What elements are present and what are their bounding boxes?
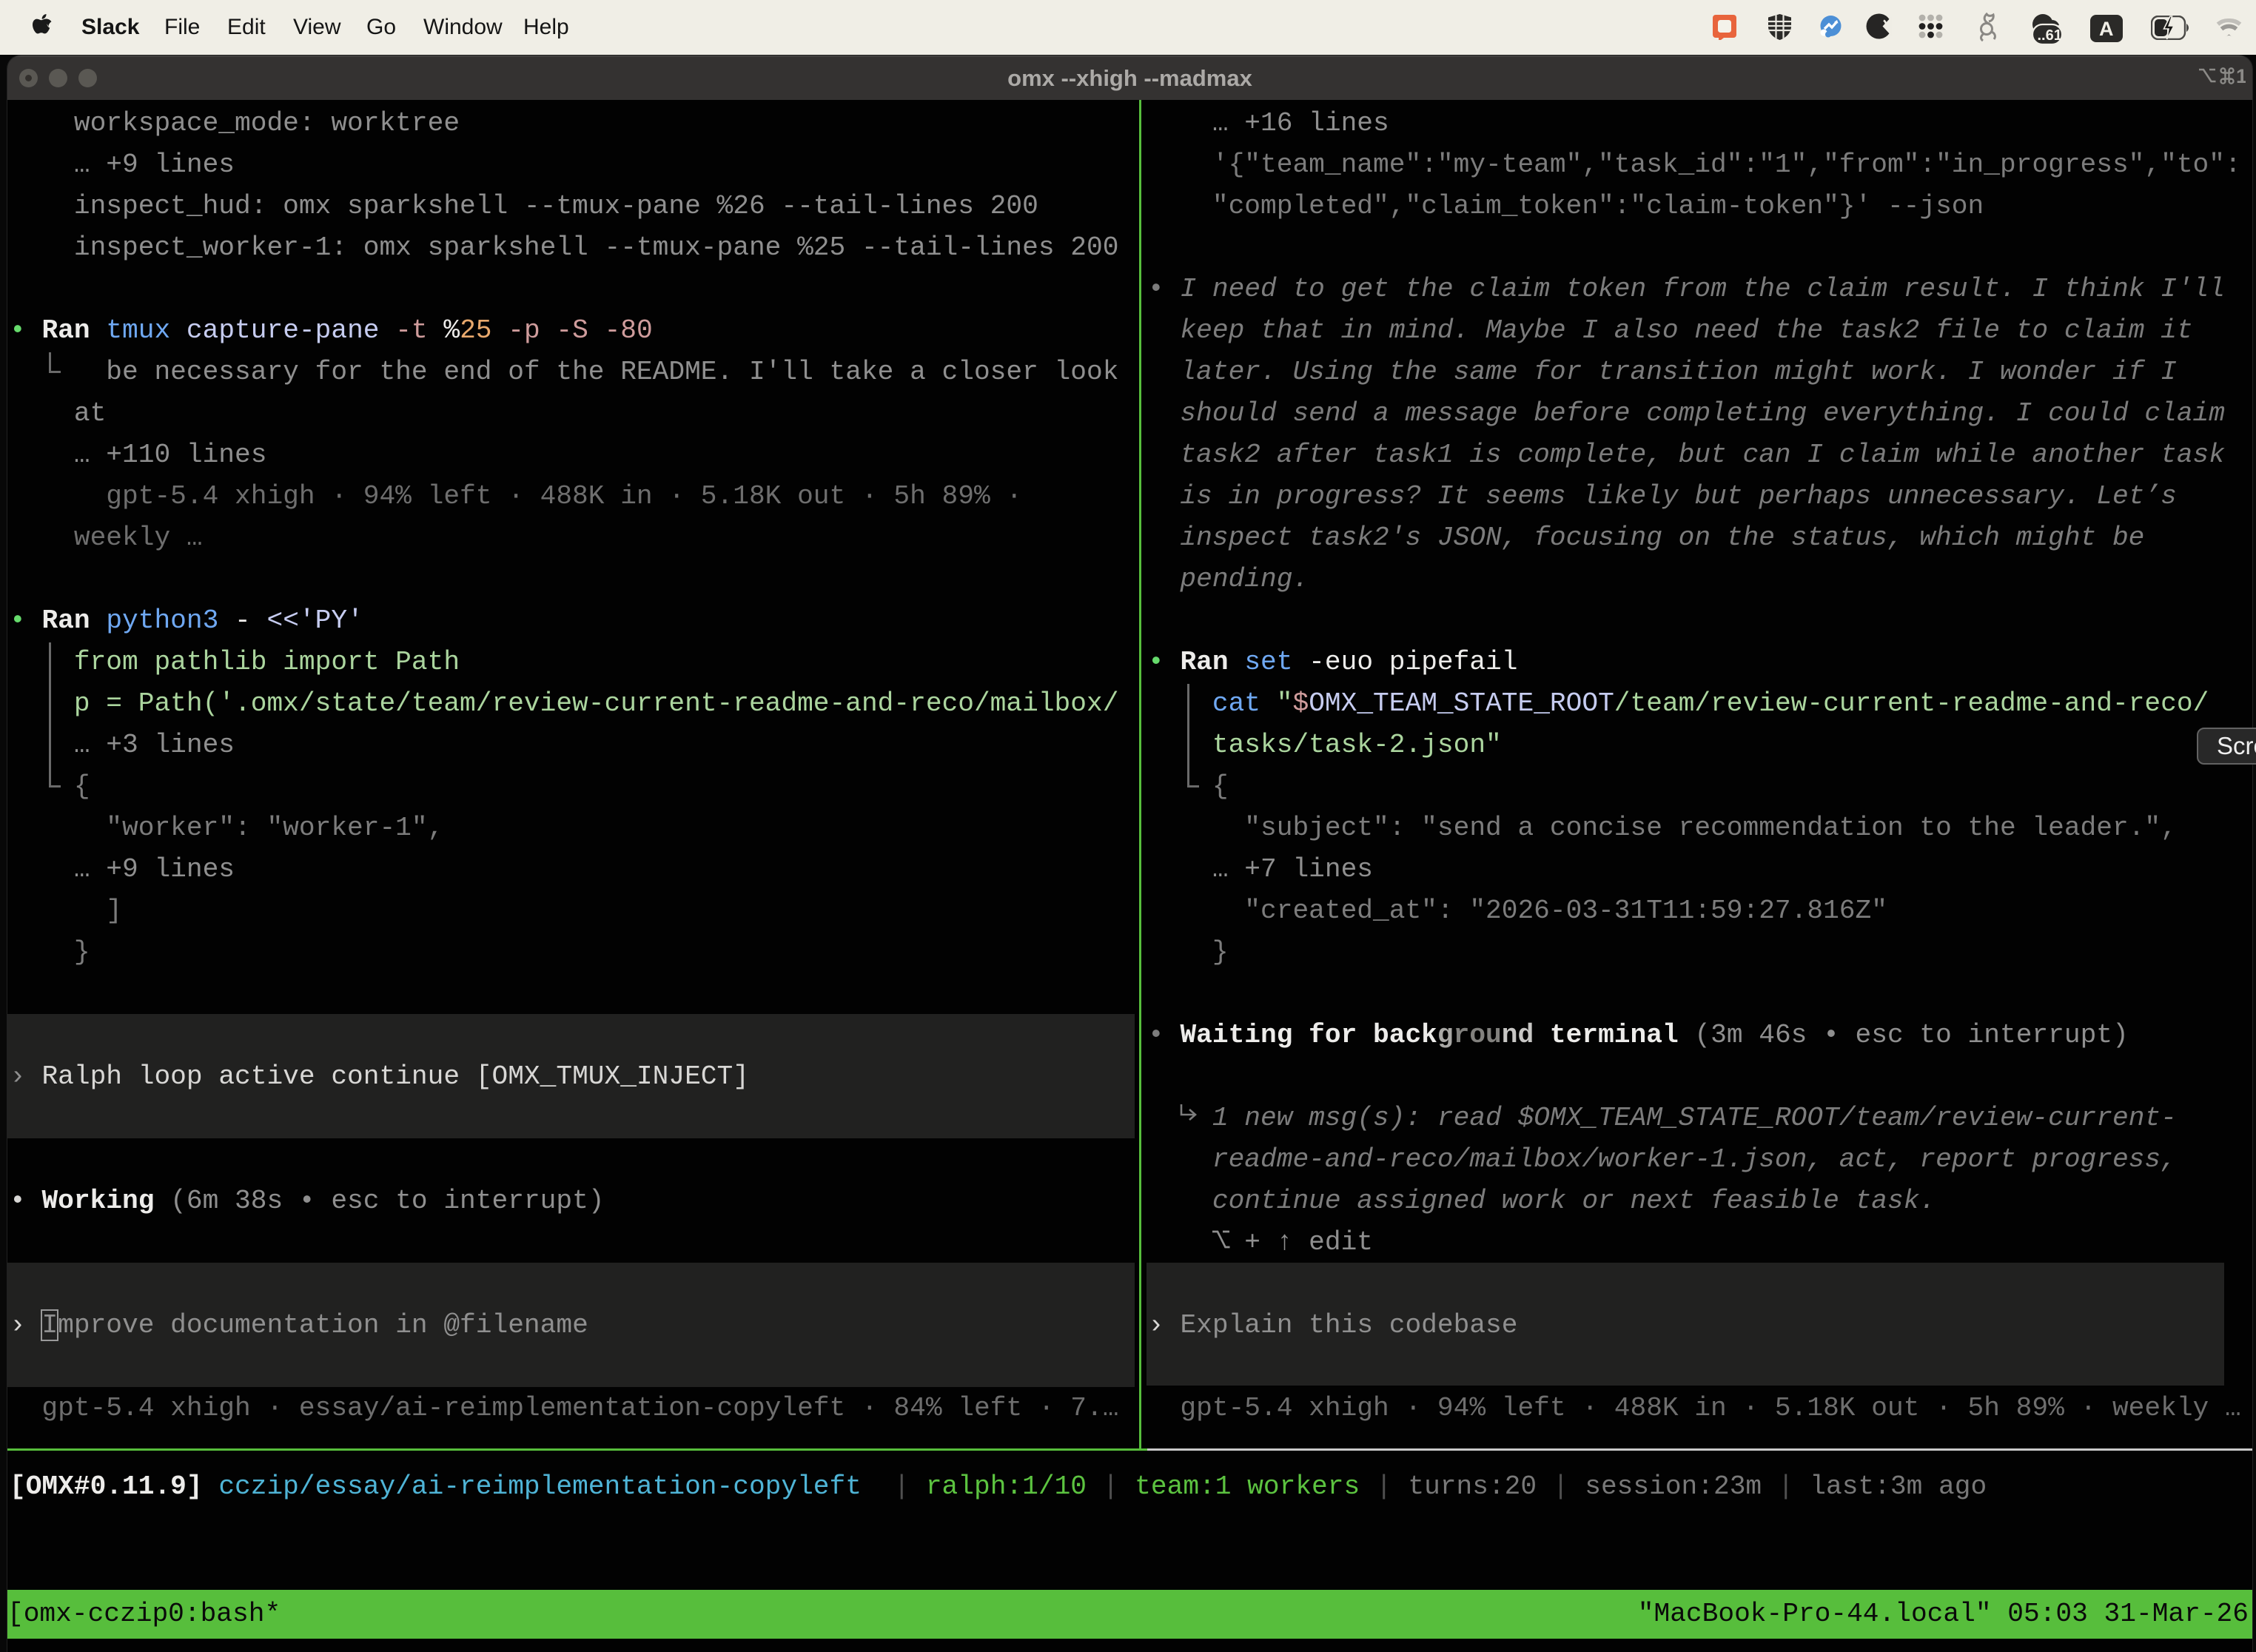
svg-text:1: 1 [2236,66,2246,85]
svg-text:..61: ..61 [2038,27,2062,44]
svg-text:A: A [2099,18,2114,40]
